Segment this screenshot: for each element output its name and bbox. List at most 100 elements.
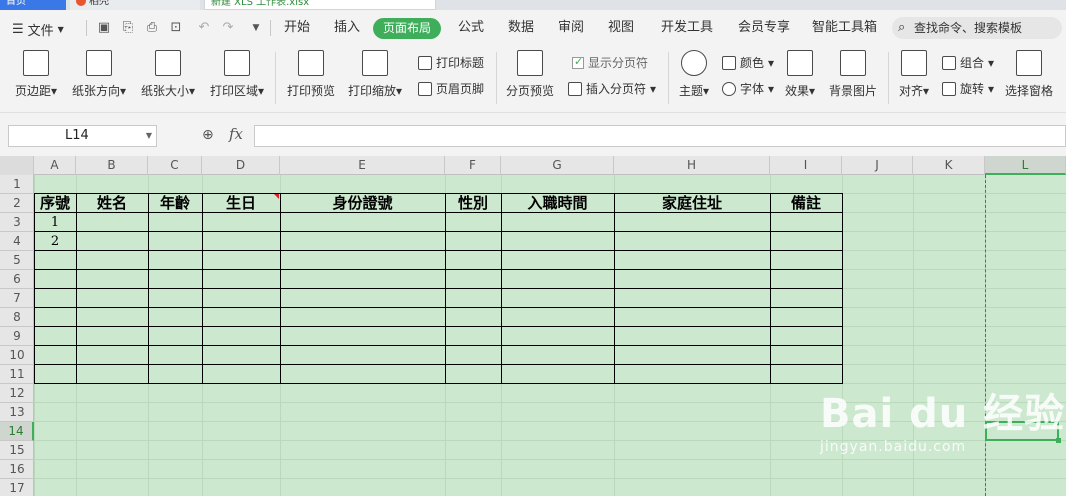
row-header-16[interactable]: 16 — [0, 460, 34, 479]
tab-workbook[interactable]: 新建 XLS 工作表.xlsx — [204, 0, 436, 10]
col-header-j[interactable]: J — [842, 156, 913, 175]
header-cell-gender[interactable]: 性別 — [445, 194, 501, 213]
search-placeholder: 查找命令、搜索模板 — [914, 21, 1023, 35]
tab-view[interactable]: 视图 — [608, 20, 634, 36]
col-header-c[interactable]: C — [148, 156, 202, 175]
print-titles-button[interactable]: 打印标题 — [418, 54, 484, 71]
select-all-corner[interactable] — [0, 156, 34, 175]
row-header-7[interactable]: 7 — [0, 289, 34, 308]
save-icon[interactable]: ▣ — [96, 20, 112, 36]
row-header-1[interactable]: 1 — [0, 175, 34, 194]
print-area-button[interactable]: 打印区域▾ — [208, 50, 266, 99]
tab-smart-toolbox[interactable]: 智能工具箱 — [812, 20, 877, 36]
col-header-l[interactable]: L — [985, 156, 1066, 175]
watermark-url: jingyan.baidu.com — [820, 439, 967, 455]
row-header-6[interactable]: 6 — [0, 270, 34, 289]
tab-formulas[interactable]: 公式 — [458, 20, 484, 36]
row-header-3[interactable]: 3 — [0, 213, 34, 232]
row-header-8[interactable]: 8 — [0, 308, 34, 327]
col-header-d[interactable]: D — [202, 156, 280, 175]
align-button[interactable]: 对齐▾ — [896, 50, 932, 99]
table-border-vertical — [76, 193, 77, 384]
function-button[interactable]: fx — [229, 125, 243, 143]
tab-page-layout[interactable]: 页面布局 — [373, 18, 441, 39]
paper-size-button[interactable]: 纸张大小▾ — [139, 50, 197, 99]
tab-home[interactable]: 首页 — [0, 0, 66, 10]
rotate-button[interactable]: 旋转 ▾ — [942, 80, 994, 97]
tab-developer[interactable]: 开发工具 — [661, 20, 713, 36]
tab-data[interactable]: 数据 — [508, 20, 534, 36]
table-cell-seq-1[interactable]: 1 — [34, 213, 76, 232]
selection-pane-button[interactable]: 选择窗格 — [1004, 50, 1054, 99]
row-header-17[interactable]: 17 — [0, 479, 34, 496]
spreadsheet-grid[interactable]: A B C D E F G H I J K L 1 2 3 4 5 6 7 8 9 10 11 12 1… — [0, 156, 1066, 496]
tab-start[interactable]: 开始 — [284, 20, 310, 36]
header-cell-age[interactable]: 年齡 — [148, 194, 202, 213]
header-cell-birthday[interactable]: 生日 — [202, 194, 280, 213]
row-header-9[interactable]: 9 — [0, 327, 34, 346]
zoom-icon[interactable]: ⊕ — [202, 127, 214, 143]
name-box[interactable]: L14 ▼ — [8, 125, 157, 147]
row-header-14[interactable]: 14 — [0, 422, 34, 441]
page-break-preview-button[interactable]: 分页预览 — [505, 50, 555, 99]
tab-review[interactable]: 审阅 — [558, 20, 584, 36]
export-icon[interactable]: ⎘ — [120, 20, 136, 36]
comment-indicator[interactable] — [274, 194, 279, 199]
print-titles-icon — [418, 55, 432, 70]
table-cell-seq-2[interactable]: 2 — [34, 232, 76, 251]
header-cell-name[interactable]: 姓名 — [76, 194, 148, 213]
header-cell-notes[interactable]: 備註 — [770, 194, 842, 213]
row-header-2[interactable]: 2 — [0, 194, 34, 213]
table-border-vertical — [770, 193, 771, 384]
col-header-e[interactable]: E — [280, 156, 445, 175]
print-icon[interactable]: ⎙ — [144, 20, 160, 36]
row-header-12[interactable]: 12 — [0, 384, 34, 403]
col-header-i[interactable]: I — [770, 156, 842, 175]
tab-member[interactable]: 会员专享 — [738, 20, 790, 36]
print-preview-icon[interactable]: ⊡ — [168, 20, 184, 36]
group-button[interactable]: 组合 ▾ — [942, 54, 994, 71]
row-header-15[interactable]: 15 — [0, 441, 34, 460]
header-cell-address[interactable]: 家庭住址 — [614, 194, 770, 213]
row-header-13[interactable]: 13 — [0, 403, 34, 422]
table-border-horizontal — [34, 364, 843, 365]
header-cell-hire-date[interactable]: 入職時間 — [501, 194, 614, 213]
table-border-horizontal — [34, 288, 843, 289]
margins-button[interactable]: 页边距▾ — [12, 50, 60, 99]
undo-icon[interactable]: ↶ — [196, 20, 212, 36]
fonts-button[interactable]: 字体 ▾ — [722, 80, 774, 97]
orientation-button[interactable]: 纸张方向▾ — [70, 50, 128, 99]
col-header-b[interactable]: B — [76, 156, 148, 175]
file-menu[interactable]: ☰ 文件 ▼ — [12, 20, 64, 39]
col-header-k[interactable]: K — [913, 156, 985, 175]
col-header-a[interactable]: A — [34, 156, 76, 175]
col-header-f[interactable]: F — [445, 156, 501, 175]
background-image-button[interactable]: 背景图片 — [828, 50, 878, 99]
header-cell-id-number[interactable]: 身份證號 — [280, 194, 445, 213]
col-header-g[interactable]: G — [501, 156, 614, 175]
print-preview-button[interactable]: 打印预览 — [286, 50, 336, 99]
row-header-4[interactable]: 4 — [0, 232, 34, 251]
command-search[interactable]: ⌕ 查找命令、搜索模板 — [892, 17, 1062, 39]
redo-icon[interactable]: ↷ — [220, 20, 236, 36]
print-scale-button[interactable]: 打印缩放▾ — [346, 50, 404, 99]
palette-icon — [681, 50, 707, 76]
row-header-10[interactable]: 10 — [0, 346, 34, 365]
header-footer-button[interactable]: 页眉页脚 — [418, 80, 484, 97]
tab-docer[interactable]: 稻壳 — [70, 0, 200, 10]
column-headers: A B C D E F G H I J K L — [0, 156, 1066, 175]
customize-icon[interactable]: ▼ — [248, 20, 264, 36]
colors-button[interactable]: 颜色 ▾ — [722, 54, 774, 71]
formula-input[interactable] — [254, 125, 1066, 147]
row-header-11[interactable]: 11 — [0, 365, 34, 384]
effects-button[interactable]: 效果▾ — [782, 50, 818, 99]
col-header-h[interactable]: H — [614, 156, 770, 175]
theme-button[interactable]: 主题▾ — [676, 50, 712, 99]
show-page-breaks-checkbox[interactable]: 显示分页符 — [572, 54, 648, 71]
print-preview-icon — [298, 50, 324, 76]
table-border-vertical — [202, 193, 203, 384]
row-header-5[interactable]: 5 — [0, 251, 34, 270]
header-cell-seq[interactable]: 序號 — [34, 194, 76, 213]
insert-page-break-button[interactable]: 插入分页符 ▾ — [568, 80, 656, 97]
tab-insert[interactable]: 插入 — [334, 20, 360, 36]
